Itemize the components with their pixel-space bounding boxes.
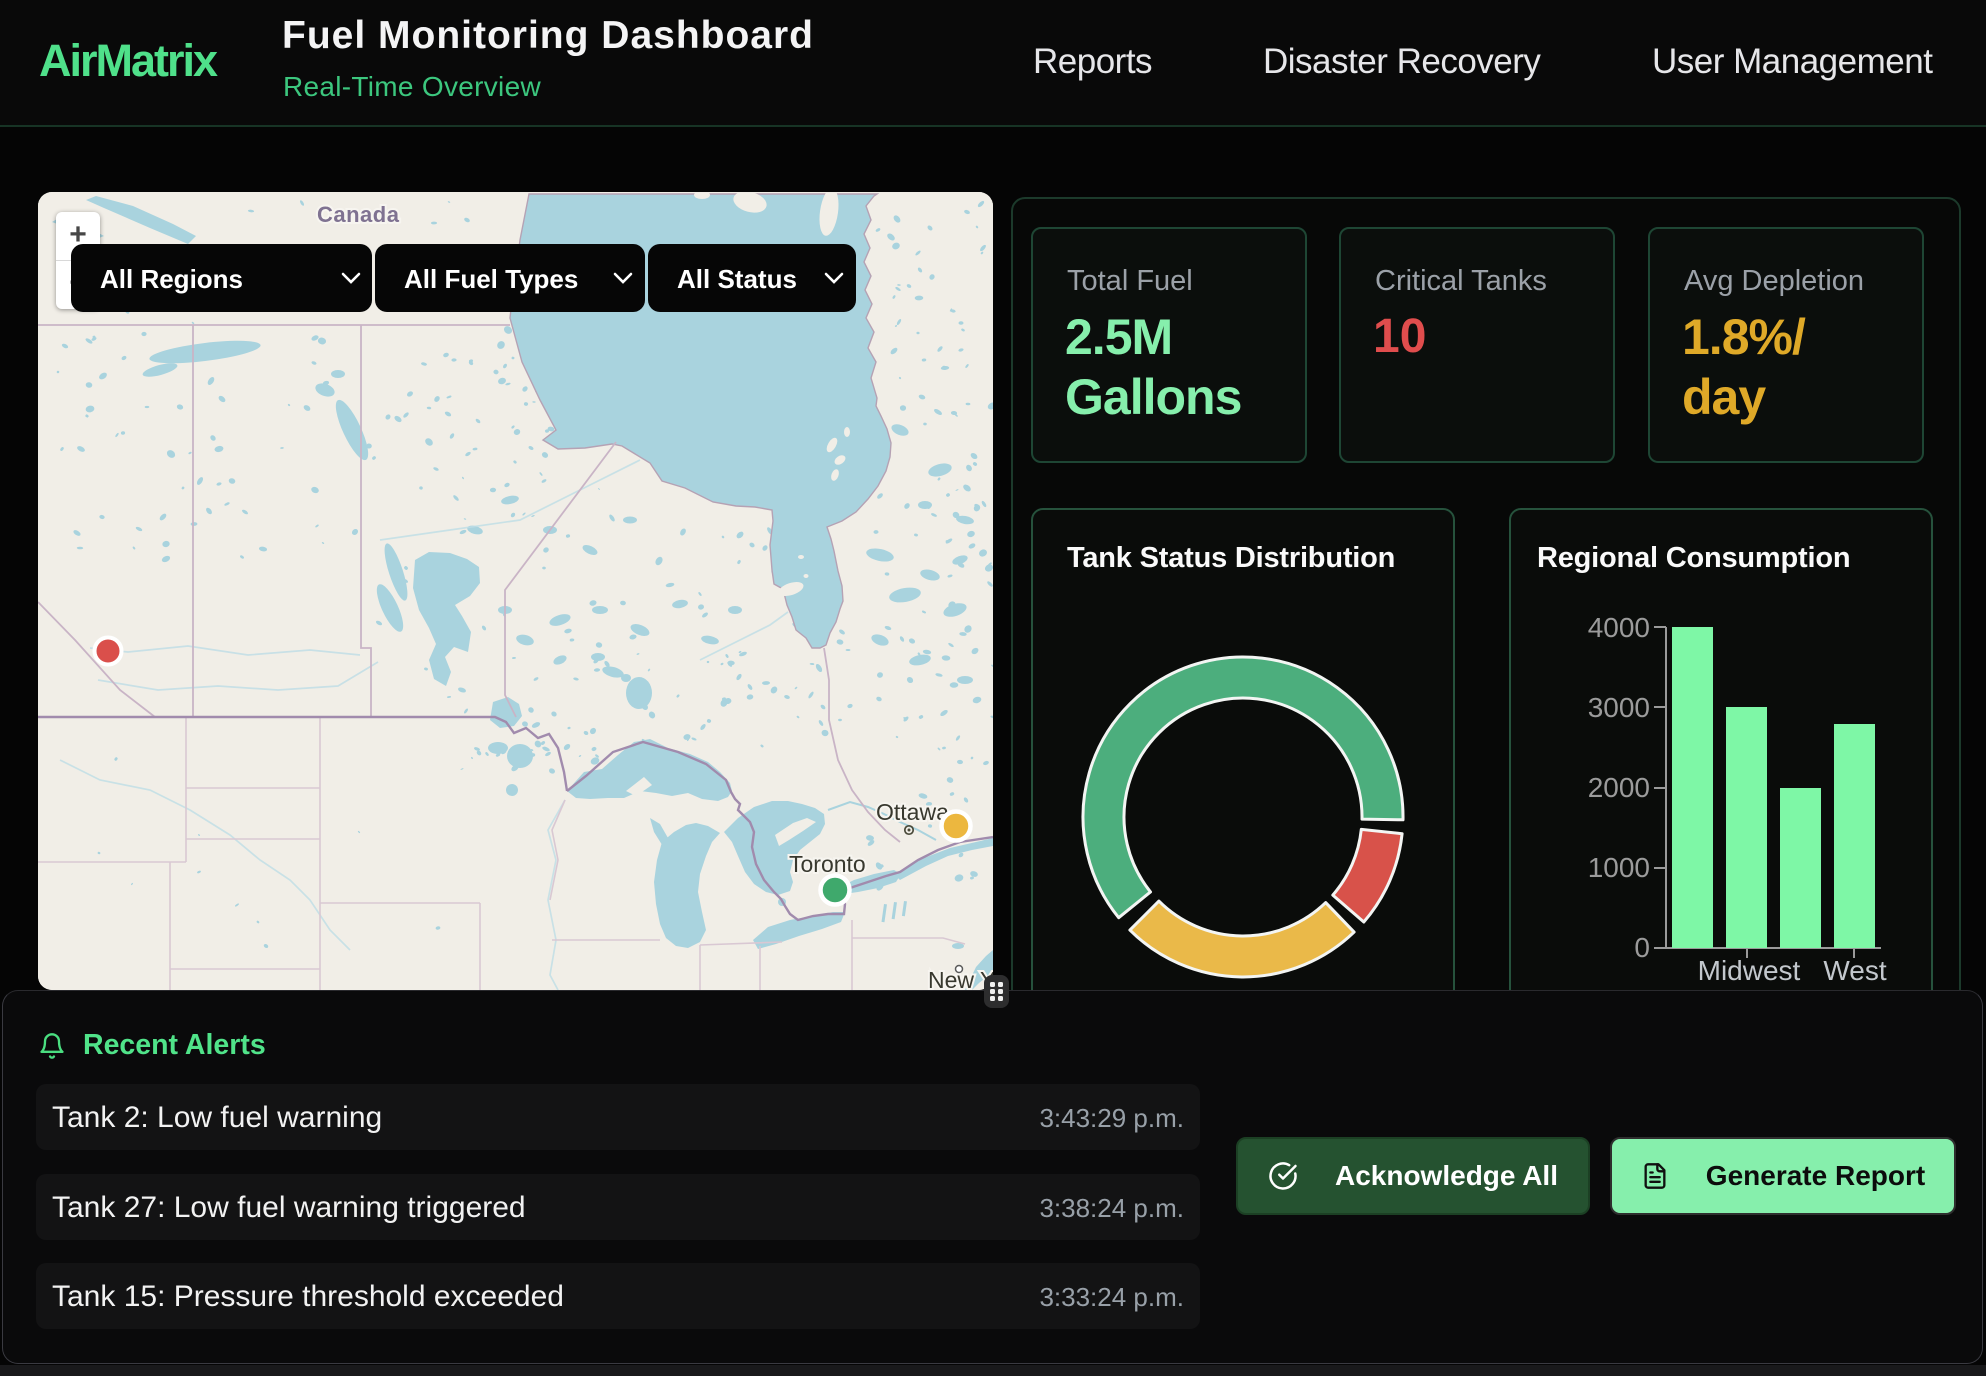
svg-text:0: 0 [1634,932,1650,963]
svg-text:Ottawa: Ottawa [876,799,949,825]
svg-text:Canada: Canada [317,202,400,227]
svg-text:1000: 1000 [1588,852,1650,883]
svg-text:Midwest: Midwest [1698,955,1801,986]
svg-text:4000: 4000 [1588,612,1650,643]
svg-text:3000: 3000 [1588,692,1650,723]
svg-text:2000: 2000 [1588,772,1650,803]
svg-text:West: West [1823,955,1886,986]
svg-text:Toronto: Toronto [789,851,866,877]
